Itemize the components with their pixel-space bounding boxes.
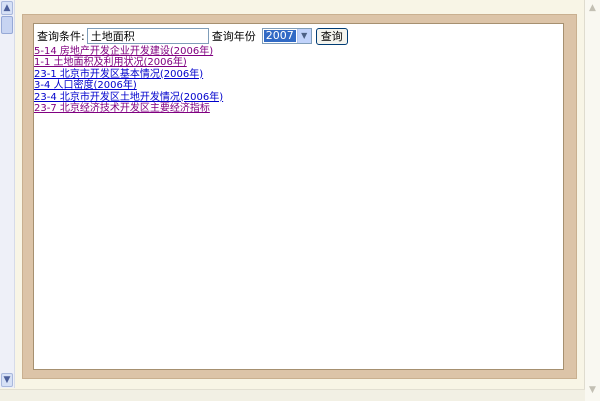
list-item: 23-1 北京市开发区基本情况(2006年) [34,69,223,80]
scrollbar-thumb[interactable] [1,16,13,34]
scroll-down-arrow-icon[interactable]: ▼ [1,373,13,387]
result-link[interactable]: 23-1 北京市开发区基本情况(2006年) [34,69,203,80]
result-link[interactable]: 1-1 土地面积及利用状况(2006年) [34,57,187,68]
result-link[interactable]: 5-14 房地产开发企业开发建设(2006年) [34,46,213,57]
left-scrollbar[interactable]: ▲ ▼ [0,0,15,388]
condition-input[interactable] [86,28,209,44]
result-link[interactable]: 23-7 北京经济技术开发区主要经济指标 [34,103,210,114]
condition-label: 查询条件: [37,30,85,43]
search-bar: 查询条件: 查询年份 2007 ▼ 查询 [37,27,348,45]
horizontal-scrollbar[interactable] [0,389,585,401]
chevron-down-icon[interactable]: ▼ [296,29,311,43]
result-link[interactable]: 3-4 人口密度(2006年) [34,80,137,91]
list-item: 1-1 土地面积及利用状况(2006年) [34,57,223,68]
year-value: 2007 [263,29,296,42]
scroll-down-arrow-icon[interactable]: ▼ [587,384,598,397]
list-item: 5-14 房地产开发企业开发建设(2006年) [34,46,223,57]
query-panel: 查询条件: 查询年份 2007 ▼ 查询 5-14 房地产开发企业开发建设(20… [33,23,564,370]
scroll-up-arrow-icon[interactable]: ▲ [1,1,13,15]
scroll-up-arrow-icon[interactable]: ▲ [587,2,598,15]
year-select[interactable]: 2007 ▼ [261,28,312,44]
page: ▲ ▼ ▲ ▼ 查询条件: 查询年份 2007 ▼ 查询 5-14 房地产开发企… [0,0,600,401]
list-item: 3-4 人口密度(2006年) [34,80,223,91]
year-label: 查询年份 [211,30,256,43]
list-item: 23-4 北京市开发区土地开发情况(2006年) [34,92,223,103]
results-list: 5-14 房地产开发企业开发建设(2006年) 1-1 土地面积及利用状况(20… [34,46,223,114]
query-button[interactable]: 查询 [315,27,348,45]
list-item: 23-7 北京经济技术开发区主要经济指标 [34,103,223,114]
result-link[interactable]: 23-4 北京市开发区土地开发情况(2006年) [34,92,223,103]
right-scrollbar[interactable]: ▲ ▼ [584,0,600,401]
